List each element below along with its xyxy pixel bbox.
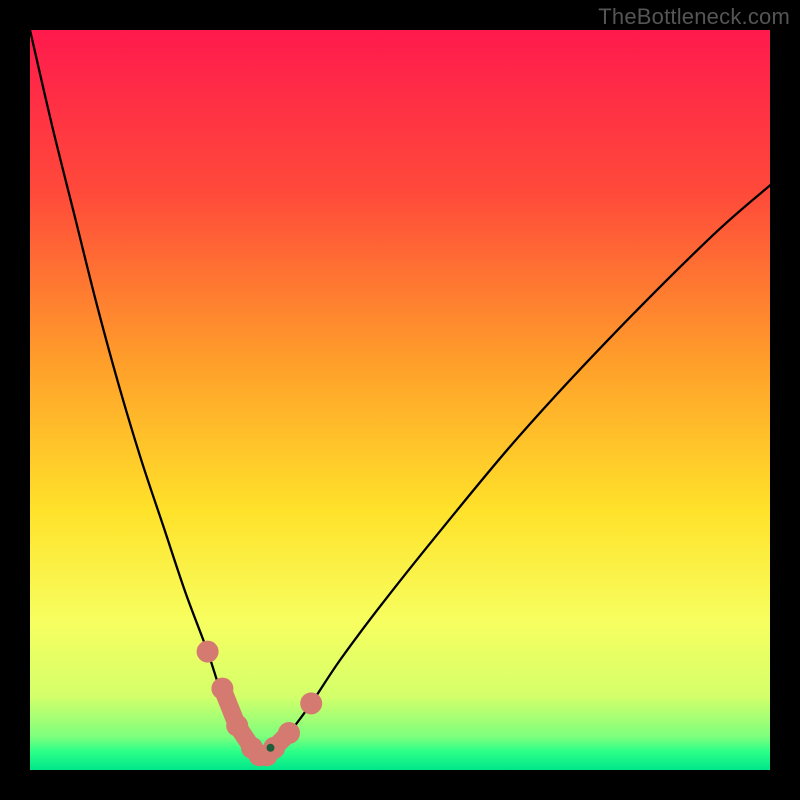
minimum-dot	[267, 744, 275, 752]
chart-frame: TheBottleneck.com	[0, 0, 800, 800]
marker-dot	[197, 641, 219, 663]
plot-area	[30, 30, 770, 770]
watermark-text: TheBottleneck.com	[598, 4, 790, 30]
bottleneck-curve	[30, 30, 770, 756]
marker-dot	[300, 692, 322, 714]
curve-markers	[197, 641, 323, 767]
curve-layer	[30, 30, 770, 770]
marker-dot	[278, 722, 300, 744]
